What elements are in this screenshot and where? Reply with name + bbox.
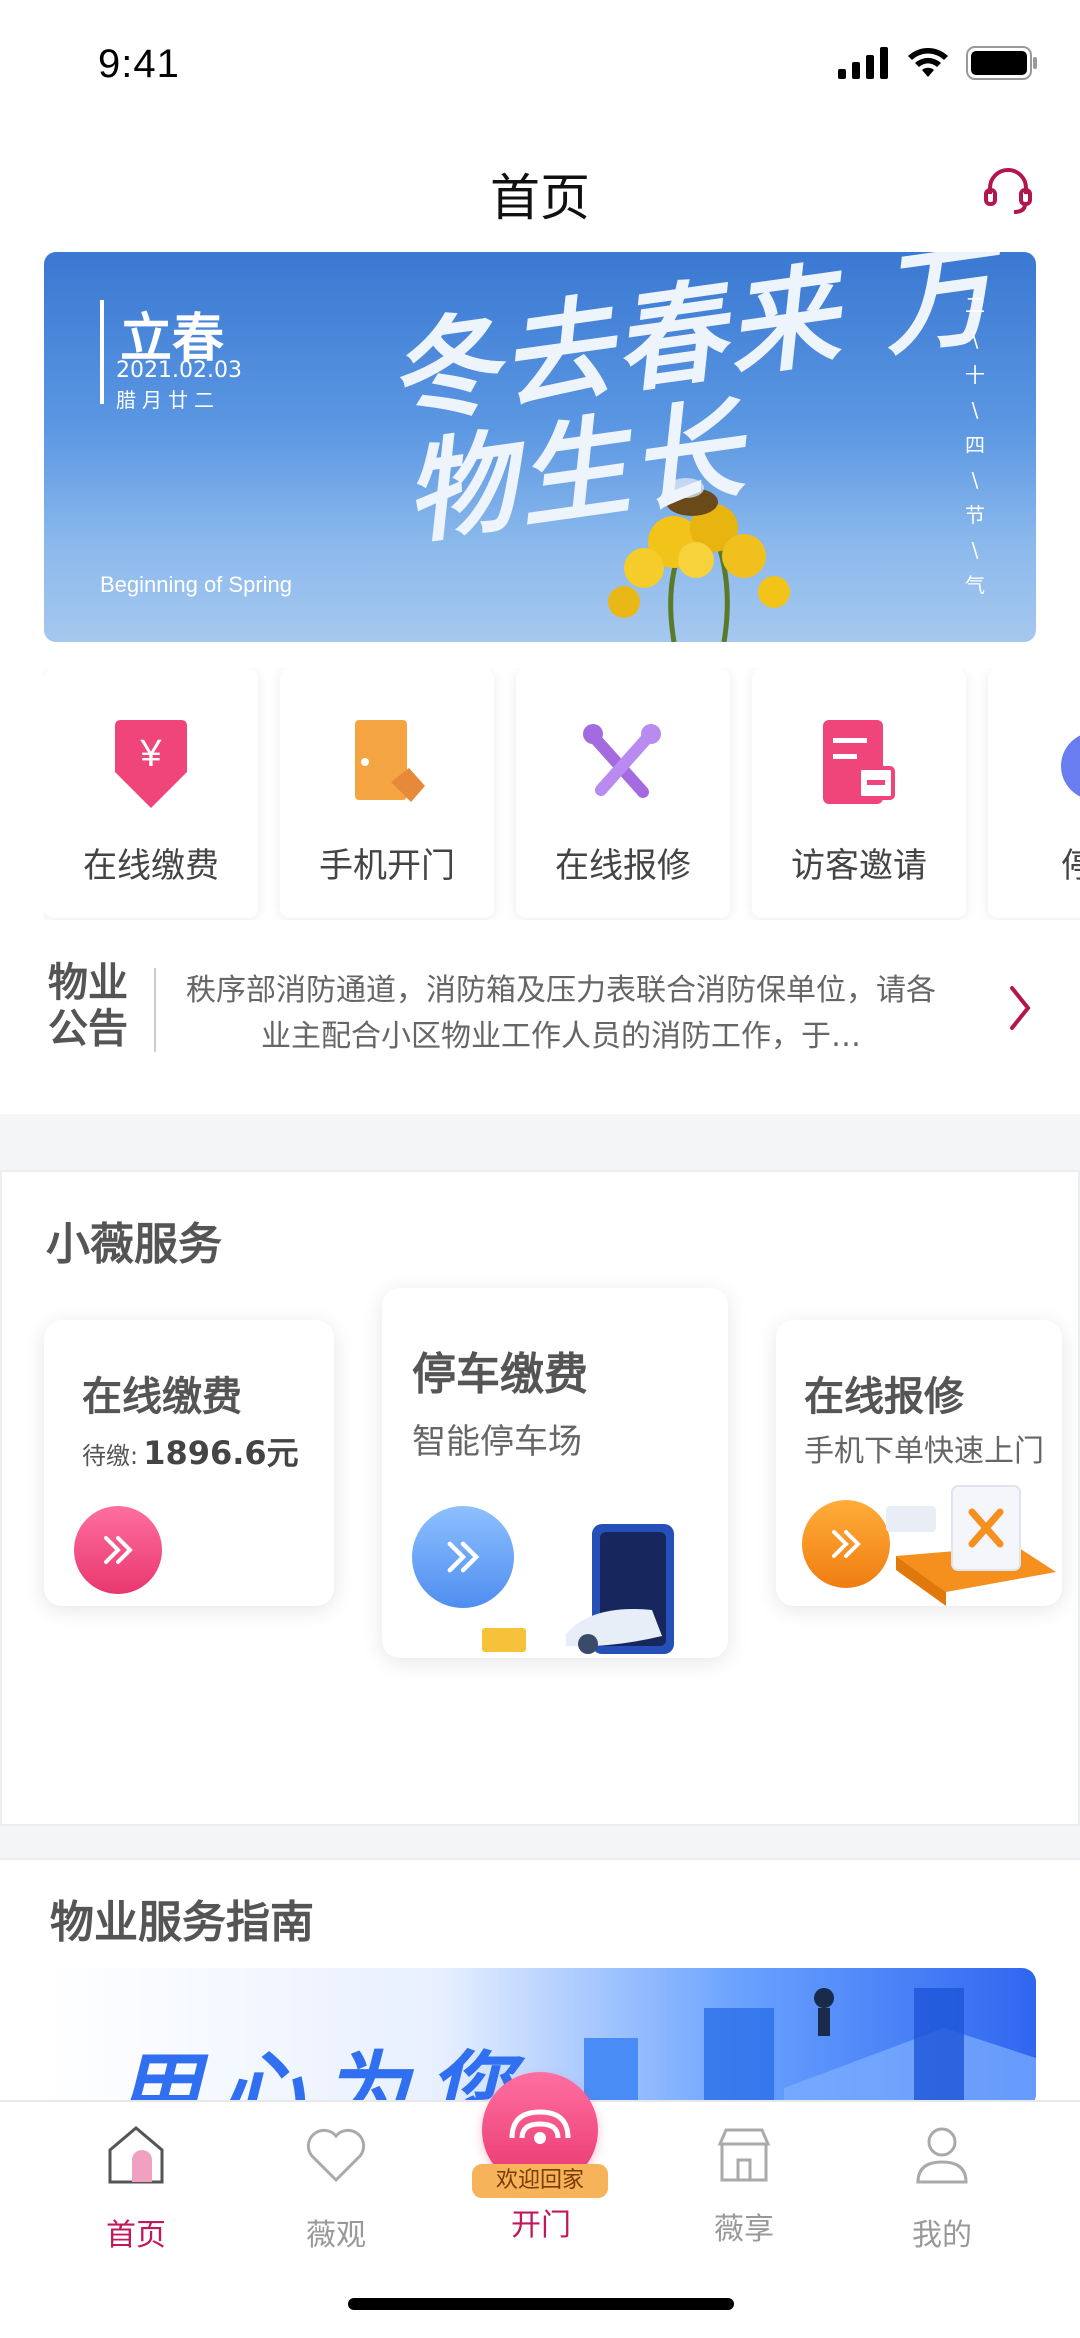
service-title: 停车缴费 xyxy=(412,1349,588,1400)
banner-calligraphy: 冬去春来 万物生长 xyxy=(379,252,1005,560)
status-time: 9:41 xyxy=(98,42,180,86)
quick-action-label: 在线报修 xyxy=(555,846,691,886)
tab-label: 我的 xyxy=(912,2218,972,2253)
double-chevron-icon xyxy=(104,1536,133,1564)
signal-icon xyxy=(838,47,888,79)
notice-bar[interactable]: 物业公告 秩序部消防通道，消防箱及压力表联合消防保单位，请各业主配合小区物业工作… xyxy=(0,950,1080,1080)
header: 首页 xyxy=(0,140,1080,240)
tab-label: 首页 xyxy=(106,2218,166,2253)
home-icon xyxy=(108,2126,164,2184)
user-icon xyxy=(916,2127,968,2184)
tab-label: 薇享 xyxy=(714,2212,774,2247)
status-icons xyxy=(838,46,1038,80)
guide-section: 物业服务指南 用心为您 xyxy=(0,1858,1080,2108)
services-section: 小薇服务 在线缴费 待缴: 1896.6元 停车缴费 智能停车场 在线报修 手机… xyxy=(0,1170,1080,1826)
guide-title: 物业服务指南 xyxy=(50,1897,314,1948)
headset-icon[interactable] xyxy=(980,162,1036,218)
repair-tools-icon xyxy=(583,724,661,798)
quick-action-parking[interactable]: 停车 xyxy=(988,668,1080,918)
vertical-sep: \ xyxy=(971,538,979,562)
banner-divider-line xyxy=(100,300,104,404)
quick-action-visitor-invite[interactable]: 访客邀请 xyxy=(752,668,966,918)
tab-discover[interactable]: 薇观 xyxy=(266,2124,406,2253)
tab-open-door[interactable]: 欢迎回家 开门 xyxy=(472,2072,608,2243)
home-indicator xyxy=(348,2298,734,2310)
tab-profile[interactable]: 我的 xyxy=(872,2124,1012,2253)
vertical-char: 四 xyxy=(965,433,985,457)
quick-action-label: 停车 xyxy=(1061,846,1080,886)
parking-phone-illustration xyxy=(482,1524,674,1654)
chevron-right-icon[interactable] xyxy=(1006,978,1036,1038)
banner-date: 2021.02.03 xyxy=(116,358,242,383)
city-illustration xyxy=(584,1988,1036,2108)
quick-action-label: 手机开门 xyxy=(319,846,455,886)
svg-text:¥: ¥ xyxy=(139,733,162,775)
quick-actions: ¥ 在线缴费 手机开门 在线报修 访客邀请 停 xyxy=(44,668,1080,920)
heart-icon xyxy=(306,2128,366,2183)
vertical-sep: \ xyxy=(971,468,979,492)
quick-action-label: 在线缴费 xyxy=(83,846,219,886)
quick-action-repair[interactable]: 在线报修 xyxy=(516,668,730,918)
payment-icon: ¥ xyxy=(115,720,187,808)
notice-divider xyxy=(154,968,156,1052)
double-chevron-icon xyxy=(832,1530,861,1558)
service-due: 待缴: 1896.6元 xyxy=(82,1428,299,1474)
notice-tag: 物业公告 xyxy=(48,960,128,1052)
tab-label: 薇观 xyxy=(306,2218,366,2253)
service-subtitle: 智能停车场 xyxy=(412,1422,582,1462)
services-title: 小薇服务 xyxy=(46,1219,222,1270)
quick-action-online-payment[interactable]: ¥ 在线缴费 xyxy=(44,668,258,918)
notice-text: 秩序部消防通道，消防箱及压力表联合消防保单位，请各业主配合小区物业工作人员的消防… xyxy=(186,973,936,1054)
service-title: 在线报修 xyxy=(804,1374,964,1420)
vertical-char: 二 xyxy=(965,293,985,317)
page-title: 首页 xyxy=(490,169,590,227)
status-bar: 9:41 xyxy=(0,0,1080,130)
door-phone-icon xyxy=(355,720,425,802)
visitor-invite-icon xyxy=(823,720,895,804)
wifi-icon xyxy=(908,48,948,77)
service-card-online-payment[interactable]: 在线缴费 待缴: 1896.6元 xyxy=(44,1320,334,1606)
parking-icon xyxy=(1061,735,1080,797)
service-go-button[interactable] xyxy=(74,1506,162,1594)
banner-english-title: Beginning of Spring xyxy=(100,572,293,597)
section-spacer xyxy=(0,1114,1080,1170)
tab-label: 开门 xyxy=(511,2208,571,2243)
section-spacer xyxy=(0,1826,1080,1862)
service-title: 在线缴费 xyxy=(82,1374,242,1420)
vertical-sep: \ xyxy=(971,398,979,422)
tab-share[interactable]: 薇享 xyxy=(674,2124,814,2247)
service-card-repair[interactable]: 在线报修 手机下单快速上门 xyxy=(776,1320,1062,1606)
service-card-parking-payment[interactable]: 停车缴费 智能停车场 xyxy=(382,1288,728,1658)
vertical-char: 节 xyxy=(965,503,985,527)
banner-vertical-text: 二 \ 十 \ 四 \ 节 \ 气 xyxy=(962,288,988,603)
banner-lunar-date: 腊月廿二 xyxy=(116,388,220,412)
double-chevron-icon xyxy=(447,1541,480,1573)
service-go-button[interactable] xyxy=(802,1500,890,1588)
vertical-char: 十 xyxy=(965,363,985,387)
repair-box-illustration xyxy=(886,1485,1056,1606)
quick-action-phone-door[interactable]: 手机开门 xyxy=(280,668,494,918)
battery-icon xyxy=(966,46,1037,80)
quick-action-label: 访客邀请 xyxy=(791,846,927,886)
due-label: 待缴: xyxy=(82,1442,139,1470)
service-subtitle: 手机下单快速上门 xyxy=(804,1434,1044,1469)
welcome-badge: 欢迎回家 xyxy=(472,2164,608,2198)
tab-home[interactable]: 首页 xyxy=(66,2124,206,2253)
vertical-sep: \ xyxy=(971,328,979,352)
guide-banner-text: 用心为您 xyxy=(114,2043,530,2108)
promo-banner[interactable]: 立春 2021.02.03 腊月廿二 冬去春来 万物生长 Beginning o… xyxy=(44,252,1036,642)
vertical-char: 气 xyxy=(965,573,985,597)
due-amount: 1896.6元 xyxy=(143,1434,299,1472)
shop-icon xyxy=(717,2128,771,2182)
